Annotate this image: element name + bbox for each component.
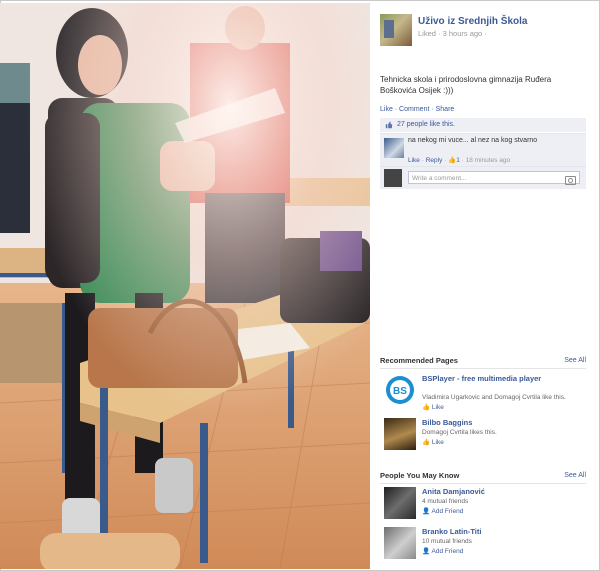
recommended-page-likes: Vladimira Ugarkovic and Domagoj Cvrtila …	[422, 394, 566, 401]
people-item: Branko Latin-Titi 10 mutual friends 👤 Ad…	[380, 527, 586, 565]
add-friend-button[interactable]: 👤 Add Friend	[422, 507, 463, 515]
page-name-link[interactable]: Uživo iz Srednjih Škola	[418, 16, 527, 27]
comment-body: na nekog mi vuce... al nez na kog stvarn…	[408, 137, 538, 144]
person-avatar[interactable]	[384, 487, 416, 519]
recommended-page-name[interactable]: BSPlayer - free multimedia player	[422, 374, 582, 383]
comment-avatar[interactable]	[384, 138, 404, 158]
comment-time: 18 minutes ago	[465, 157, 511, 164]
comment-reply-link[interactable]: Reply	[426, 157, 443, 164]
comment-meta: Like · Reply · 👍1 · 18 minutes ago	[408, 157, 511, 164]
post-header: Uživo iz Srednjih Škola Liked · 3 hours …	[378, 12, 590, 52]
mutual-friends[interactable]: 10 mutual friends	[422, 538, 472, 545]
camera-icon[interactable]	[565, 176, 576, 185]
divider	[380, 483, 586, 484]
recommended-title: Recommended Pages	[380, 356, 458, 365]
post-sidebar: Uživo iz Srednjih Škola Liked · 3 hours …	[378, 12, 590, 559]
write-comment-row: Write a comment...	[380, 166, 586, 189]
post-actions[interactable]: Like · Comment · Share	[380, 106, 454, 113]
recommended-page-name[interactable]: Bilbo Baggins	[422, 418, 582, 427]
comment-text: na nekog mi vuce... al nez na kog stvarn…	[408, 136, 582, 145]
recommended-see-all[interactable]: See All	[564, 357, 586, 364]
person-avatar[interactable]	[384, 527, 416, 559]
bsplayer-logo-icon[interactable]: BS	[384, 374, 416, 406]
people-see-all[interactable]: See All	[564, 472, 586, 479]
svg-text:BS: BS	[393, 386, 407, 397]
recommended-page-likes: Domagoj Cvrtila likes this.	[422, 429, 497, 436]
person-name[interactable]: Anita Damjanović	[422, 487, 582, 496]
comment-like-link[interactable]: Like	[408, 157, 420, 164]
photo[interactable]	[0, 3, 370, 569]
likes-count-text: 27 people like this.	[397, 121, 455, 128]
likes-summary[interactable]: 27 people like this.	[380, 118, 586, 132]
post-meta: Liked · 3 hours ago ·	[418, 29, 487, 38]
like-page-button[interactable]: 👍 Like	[422, 438, 444, 446]
people-item: Anita Damjanović 4 mutual friends 👤 Add …	[380, 487, 586, 525]
recommended-item: Bilbo Baggins Domagoj Cvrtila likes this…	[380, 418, 586, 456]
page-avatar[interactable]	[380, 14, 412, 46]
comment-input[interactable]: Write a comment...	[408, 171, 580, 184]
comment-like-count[interactable]: 👍1	[448, 157, 460, 164]
post-text: Tehnicka skola i prirodoslovna gimnazija…	[380, 75, 552, 95]
thumbs-up-icon	[385, 121, 393, 129]
user-avatar	[384, 169, 402, 187]
comment: na nekog mi vuce... al nez na kog stvarn…	[380, 133, 586, 166]
mutual-friends[interactable]: 4 mutual friends	[422, 498, 468, 505]
divider	[380, 368, 586, 369]
like-page-button[interactable]: 👍 Like	[422, 403, 444, 411]
people-title: People You May Know	[380, 471, 460, 480]
page-thumbnail[interactable]	[384, 418, 416, 450]
person-name[interactable]: Branko Latin-Titi	[422, 527, 582, 536]
recommended-item: BS BSPlayer - free multimedia player Vla…	[380, 374, 586, 412]
add-friend-button[interactable]: 👤 Add Friend	[422, 547, 463, 555]
